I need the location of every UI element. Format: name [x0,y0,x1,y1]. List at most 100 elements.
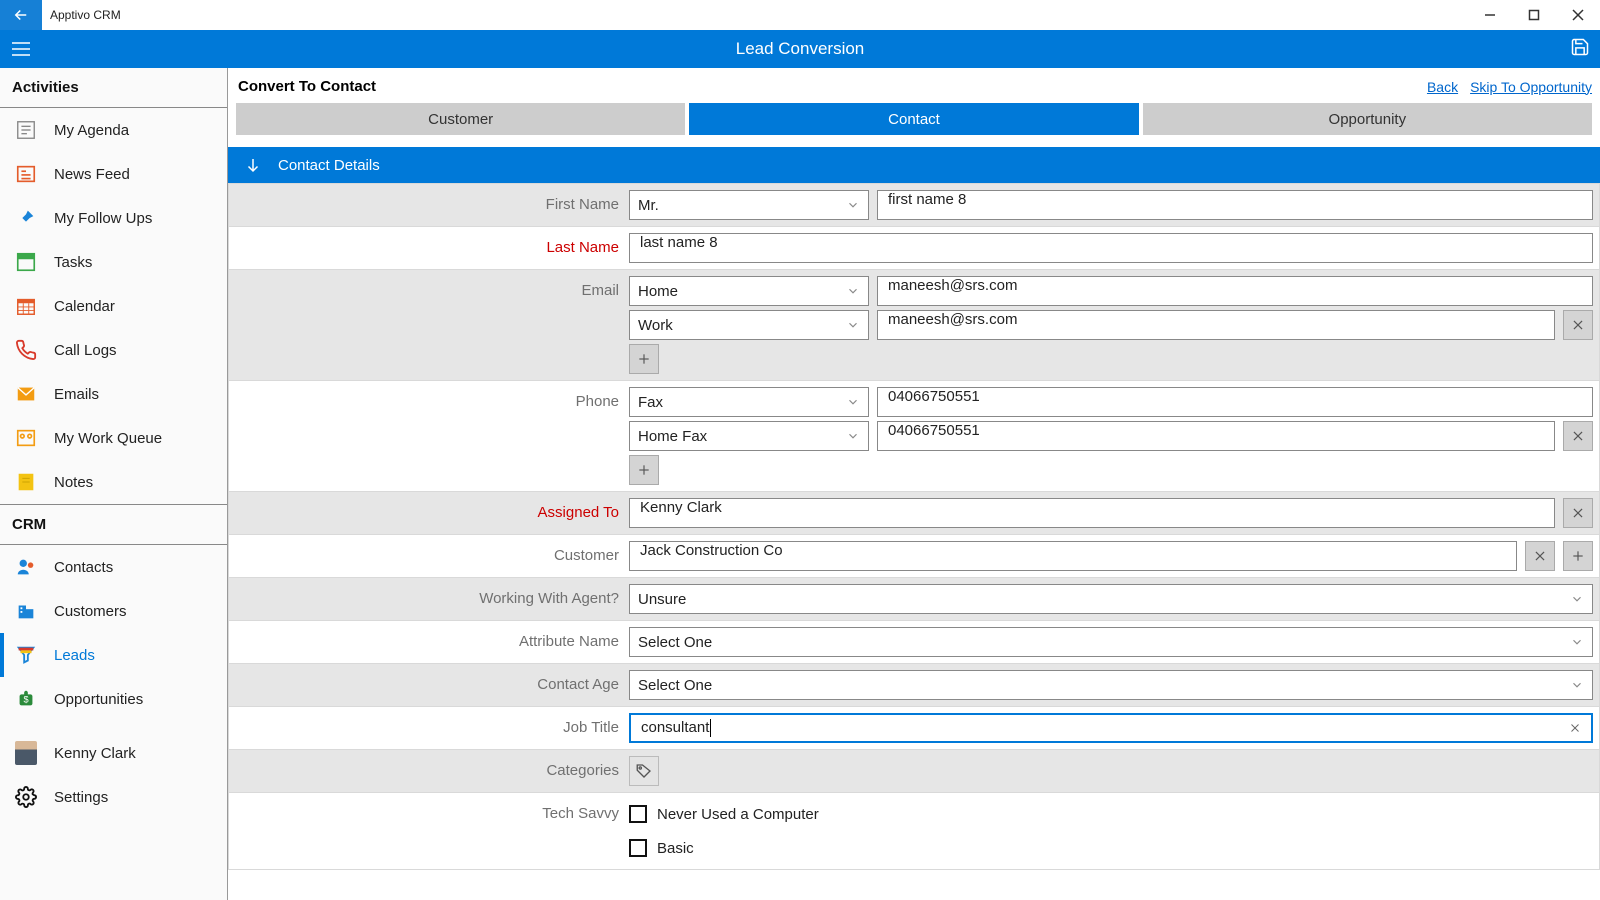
back-button[interactable] [0,0,42,30]
email-type-select-0[interactable]: Home [629,276,869,306]
maximize-button[interactable] [1512,0,1556,30]
chevron-down-icon [846,429,860,443]
label-categories: Categories [229,750,629,779]
attribute-name-select[interactable]: Select One [629,627,1593,657]
gear-icon [14,785,38,809]
sidebar-item-call-logs[interactable]: Call Logs [0,328,227,372]
add-category-button[interactable] [629,756,659,786]
sidebar-item-notes[interactable]: Notes [0,460,227,504]
sidebar-item-calendar[interactable]: Calendar [0,284,227,328]
tasks-icon [14,250,38,274]
sidebar-item-label: Tasks [54,254,92,271]
sidebar-item-label: Opportunities [54,691,143,708]
back-link[interactable]: Back [1427,79,1458,95]
sidebar-item-my-agenda[interactable]: My Agenda [0,108,227,152]
first-name-input[interactable]: first name 8 [877,190,1593,220]
add-customer-button[interactable] [1563,541,1593,571]
label-phone: Phone [229,381,629,410]
sidebar-section-activities: Activities [0,68,227,108]
working-with-agent-select[interactable]: Unsure [629,584,1593,614]
close-window-button[interactable] [1556,0,1600,30]
salutation-select[interactable]: Mr. [629,190,869,220]
sidebar-item-label: My Agenda [54,122,129,139]
label-working-with-agent: Working With Agent? [229,578,629,607]
add-email-button[interactable] [629,344,659,374]
sidebar-item-label: Call Logs [54,342,117,359]
customers-icon [14,599,38,623]
sidebar-item-tasks[interactable]: Tasks [0,240,227,284]
sidebar-item-settings[interactable]: Settings [0,775,227,819]
sidebar-section-crm: CRM [0,504,227,545]
tech-savvy-option-0[interactable]: Never Used a Computer [629,799,1593,829]
skip-to-opportunity-link[interactable]: Skip To Opportunity [1470,79,1592,95]
clear-customer-button[interactable] [1525,541,1555,571]
sidebar-item-news-feed[interactable]: News Feed [0,152,227,196]
remove-email-button[interactable] [1563,310,1593,340]
save-button[interactable] [1570,37,1590,62]
sidebar-item-label: Customers [54,603,127,620]
phone-type-select-1[interactable]: Home Fax [629,421,869,451]
add-phone-button[interactable] [629,455,659,485]
window-titlebar: Apptivo CRM [0,0,1600,30]
section-header-contact-details[interactable]: Contact Details [228,147,1600,183]
contacts-icon [14,555,38,579]
call-logs-icon [14,338,38,362]
page-title: Convert To Contact [238,78,376,95]
leads-icon [14,643,38,667]
label-email: Email [229,270,629,299]
agenda-icon [14,118,38,142]
sidebar-item-customers[interactable]: Customers [0,589,227,633]
chevron-down-icon [846,395,860,409]
contact-age-select[interactable]: Select One [629,670,1593,700]
email-type-select-1[interactable]: Work [629,310,869,340]
remove-phone-button[interactable] [1563,421,1593,451]
label-contact-age: Contact Age [229,664,629,693]
tech-savvy-option-1[interactable]: Basic [629,833,1593,863]
label-customer: Customer [229,535,629,564]
news-feed-icon [14,162,38,186]
phone-input-1[interactable]: 04066750551 [877,421,1555,451]
last-name-input[interactable]: last name 8 [629,233,1593,263]
hamburger-menu-button[interactable] [0,30,42,68]
header-bar: Lead Conversion [0,30,1600,68]
sidebar-item-label: Calendar [54,298,115,315]
emails-icon [14,382,38,406]
clear-icon[interactable] [1569,722,1581,734]
sidebar-item-label: Kenny Clark [54,745,136,762]
sidebar-item-user[interactable]: Kenny Clark [0,731,227,775]
sidebar-item-emails[interactable]: Emails [0,372,227,416]
sidebar-item-work-queue[interactable]: My Work Queue [0,416,227,460]
arrow-down-icon [244,156,262,174]
sidebar-item-contacts[interactable]: Contacts [0,545,227,589]
avatar-icon [14,741,38,765]
clear-assigned-to-button[interactable] [1563,498,1593,528]
notes-icon [14,470,38,494]
phone-input-0[interactable]: 04066750551 [877,387,1593,417]
step-tabs: Customer Contact Opportunity [228,103,1600,135]
sidebar-item-follow-ups[interactable]: My Follow Ups [0,196,227,240]
main-content: Convert To Contact Back Skip To Opportun… [228,68,1600,900]
sidebar-item-opportunities[interactable]: $ Opportunities [0,677,227,721]
job-title-input[interactable]: consultant [629,713,1593,743]
tab-contact[interactable]: Contact [689,103,1138,135]
phone-type-select-0[interactable]: Fax [629,387,869,417]
label-attribute-name: Attribute Name [229,621,629,650]
tab-opportunity[interactable]: Opportunity [1143,103,1592,135]
sidebar-item-leads[interactable]: Leads [0,633,227,677]
minimize-button[interactable] [1468,0,1512,30]
checkbox-icon [629,805,647,823]
email-input-0[interactable]: maneesh@srs.com [877,276,1593,306]
label-tech-savvy: Tech Savvy [229,793,629,822]
label-last-name: Last Name [229,227,629,256]
sidebar-item-label: My Follow Ups [54,210,152,227]
section-title: Contact Details [278,157,380,174]
tab-customer[interactable]: Customer [236,103,685,135]
assigned-to-input[interactable]: Kenny Clark [629,498,1555,528]
sidebar-item-label: Emails [54,386,99,403]
svg-text:$: $ [23,695,28,705]
customer-input[interactable]: Jack Construction Co [629,541,1517,571]
sidebar-item-label: News Feed [54,166,130,183]
email-input-1[interactable]: maneesh@srs.com [877,310,1555,340]
page-header-title: Lead Conversion [736,39,865,59]
work-queue-icon [14,426,38,450]
